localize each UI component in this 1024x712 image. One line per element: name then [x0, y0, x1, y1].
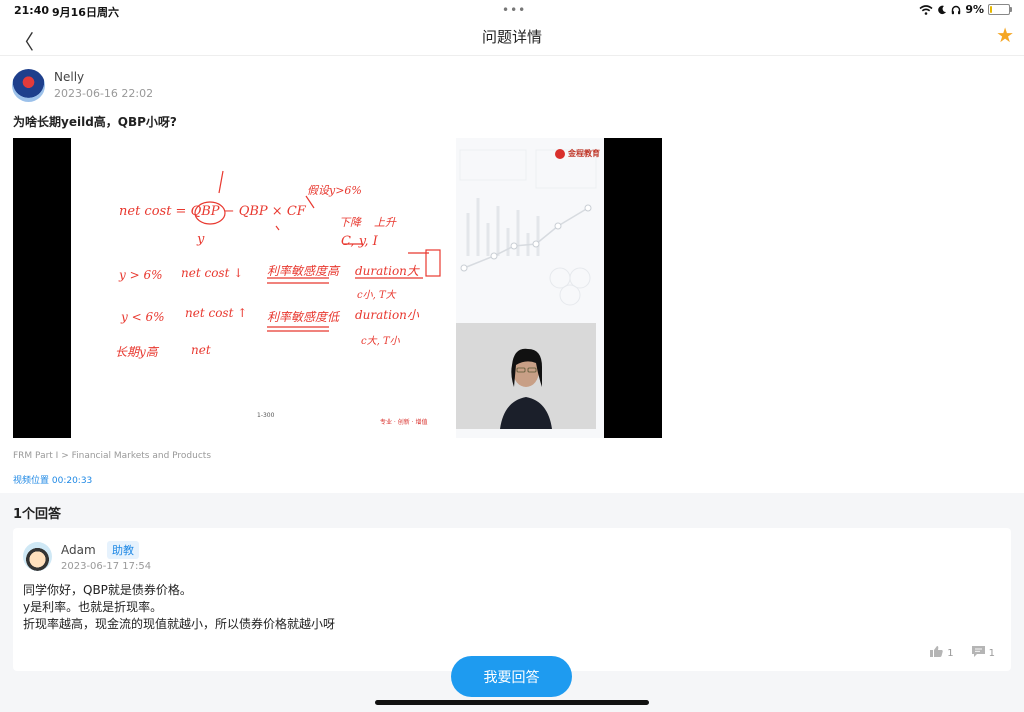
answerer-name: Adam: [61, 543, 96, 557]
favorite-star-icon[interactable]: ★: [996, 23, 1014, 47]
instructor-webcam: [456, 323, 596, 429]
like-button[interactable]: 1: [930, 646, 954, 659]
note-c-small-t-big: c小, T大: [357, 290, 396, 301]
answer-line: 折现率越高，现金流的现值就越小，所以债券价格就越小呀: [23, 617, 336, 631]
note-long-term-y-high: 长期y高: [115, 345, 158, 359]
battery-fill: [990, 6, 992, 13]
asker-avatar[interactable]: [12, 69, 45, 102]
instructor-figure-icon: [456, 323, 596, 429]
course-breadcrumb[interactable]: FRM Part I > Financial Markets and Produ…: [13, 451, 211, 461]
answer-actions: 1 1: [930, 646, 995, 659]
answer-card: Adam 助教 2023-06-17 17:54 同学你好，QBP就是债券价格。…: [13, 528, 1011, 671]
nav-bar: 〈 问题详情 ★: [0, 20, 1024, 56]
note-duration-small: duration小: [355, 308, 419, 322]
answer-line: 同学你好，QBP就是债券价格。: [23, 583, 192, 597]
note-y-lt: y < 6%: [121, 310, 165, 324]
note-c-y-i: C, y, I: [341, 234, 378, 249]
comment-icon: [971, 646, 985, 657]
page-title: 问题详情: [481, 28, 542, 46]
question-text: 为啥长期yeild高，QBP小呀?: [13, 115, 177, 129]
slide-page-number: 1-300: [257, 412, 275, 419]
note-assume-y: 假设y>6%: [307, 184, 362, 197]
answer-body: 同学你好，QBP就是债券价格。 y是利率。也就是折现率。 折现率越高，现金流的现…: [23, 582, 335, 633]
question-time: 2023-06-16 22:02: [54, 87, 154, 100]
note-net-cost-formula: net cost = QBP − QBP × CF: [119, 204, 306, 219]
moon-icon: [938, 5, 947, 14]
answer-time: 2023-06-17 17:54: [61, 561, 152, 572]
note-y-gt: y > 6%: [119, 268, 163, 282]
note-y: y: [197, 232, 205, 247]
note-down: 下降: [339, 216, 361, 229]
note-up: 上升: [374, 216, 396, 229]
status-date: 9月16日周六: [52, 6, 119, 19]
note-c-big-t-small: c大, T小: [361, 336, 400, 347]
asker-name: Nelly: [54, 70, 85, 84]
note-net: net: [191, 343, 211, 357]
note-net-cost-up: net cost ↑: [185, 306, 248, 320]
answers-count: 1个回答: [13, 507, 62, 522]
note-high-sensitivity: 利率敏感度高: [267, 264, 340, 278]
answer-line: y是利率。也就是折现率。: [23, 600, 163, 614]
lecture-slide: 金程教育 net cost = QBP − QBP × CF 假设y>6% y …: [71, 138, 604, 438]
answerer-avatar[interactable]: [23, 542, 52, 571]
note-net-cost-down: net cost ↓: [181, 266, 244, 280]
question-section: Nelly 2023-06-16 22:02 为啥长期yeild高，QBP小呀?: [0, 56, 1024, 493]
status-icons: 9%: [919, 3, 1012, 16]
status-time: 21:40: [14, 4, 50, 17]
headphones-icon: [952, 5, 961, 14]
video-position-link[interactable]: 视频位置 00:20:33: [13, 473, 92, 486]
multitask-dots[interactable]: •••: [502, 3, 526, 17]
comment-button[interactable]: 1: [971, 646, 995, 659]
battery-icon: [988, 4, 1012, 15]
answerer-role-badge: 助教: [107, 541, 139, 559]
like-count: 1: [947, 648, 954, 659]
note-duration-big: duration大: [355, 264, 419, 278]
note-low-sensitivity: 利率敏感度低: [267, 310, 340, 324]
slide-motto: 专业 · 创新 · 增值: [380, 419, 428, 426]
comment-count: 1: [988, 648, 995, 659]
home-indicator[interactable]: [375, 700, 649, 705]
answer-question-button[interactable]: 我要回答: [451, 656, 572, 697]
status-bar: 21:40 9月16日周六 ••• 9%: [0, 0, 1024, 20]
battery-percent: 9%: [965, 3, 984, 16]
wifi-icon: [919, 4, 933, 15]
video-screenshot[interactable]: 金程教育 net cost = QBP − QBP × CF 假设y>6% y …: [13, 138, 662, 438]
thumbs-up-icon: [930, 646, 943, 657]
